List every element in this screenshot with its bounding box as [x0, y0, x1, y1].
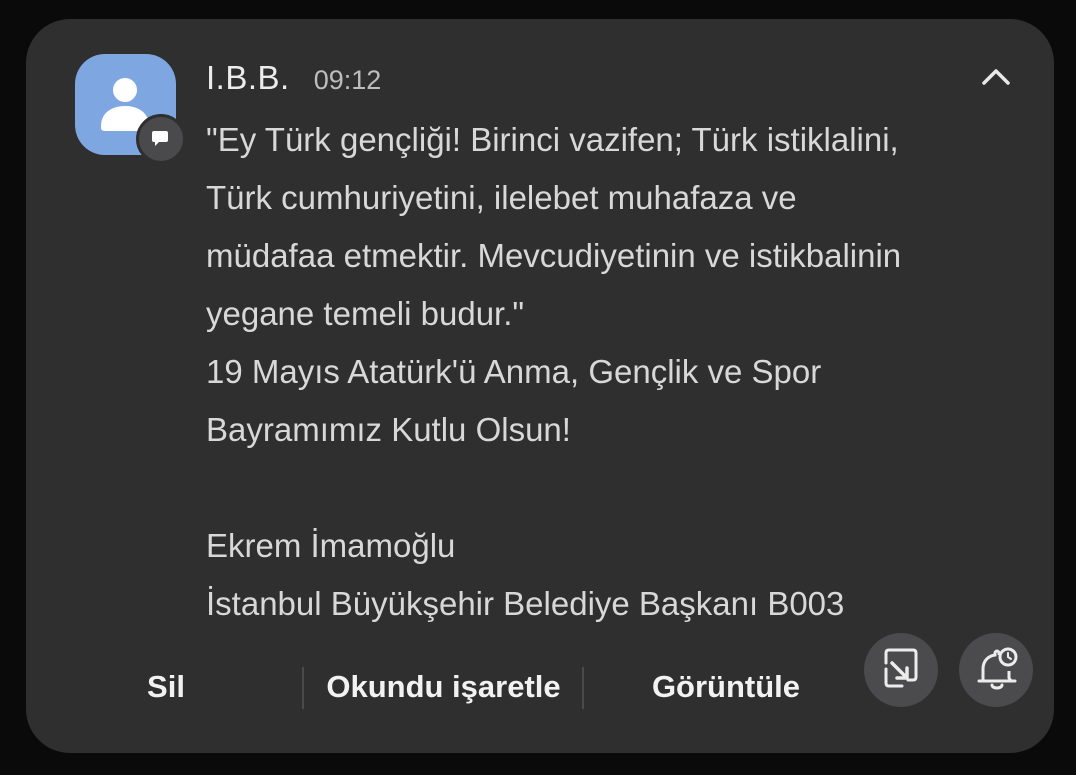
open-popup-button[interactable] — [864, 633, 938, 707]
sender-name: I.B.B. — [206, 59, 290, 96]
notification-card[interactable]: I.B.B. 09:12 "Ey Türk gençliği! Birinci … — [26, 19, 1054, 753]
notification-header: I.B.B. 09:12 — [206, 59, 381, 103]
collapse-button[interactable] — [974, 59, 1018, 95]
delete-button[interactable]: Sil — [106, 659, 226, 715]
snooze-button[interactable] — [959, 633, 1033, 707]
mark-read-button[interactable]: Okundu işaretle — [311, 659, 576, 715]
snooze-bell-icon — [977, 647, 1018, 690]
message-badge — [136, 114, 186, 164]
view-button[interactable]: Görüntüle — [616, 659, 836, 715]
notification-time: 09:12 — [313, 65, 382, 95]
message-bubble-icon — [152, 131, 168, 146]
chevron-up-icon — [982, 69, 1010, 85]
action-divider — [302, 667, 304, 709]
open-in-popup-icon — [884, 648, 918, 688]
action-divider — [582, 667, 584, 709]
notification-message: "Ey Türk gençliği! Birinci vazifen; Türk… — [206, 121, 902, 622]
